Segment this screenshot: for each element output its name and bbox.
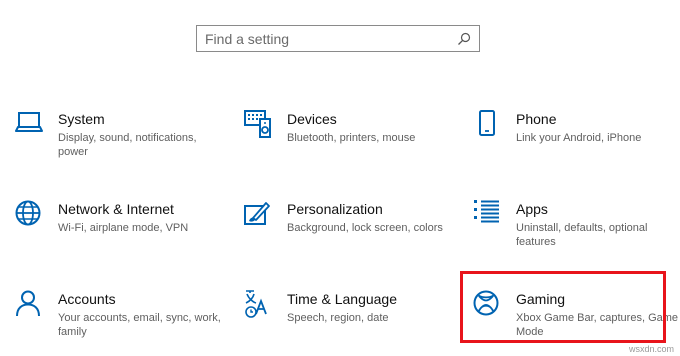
laptop-icon — [15, 110, 45, 140]
tile-devices[interactable]: Devices Bluetooth, printers, mouse — [244, 110, 454, 174]
tile-title: Devices — [287, 111, 337, 127]
tile-description: Xbox Game Bar, captures, Game Mode — [516, 312, 679, 338]
search-placeholder: Find a setting — [205, 30, 290, 47]
tile-description: Your accounts, email, sync, work, family — [58, 312, 221, 338]
devices-icon — [244, 110, 274, 140]
tile-description: Link your Android, iPhone — [516, 132, 642, 144]
tile-description: Bluetooth, printers, mouse — [287, 132, 416, 144]
tile-description: Uninstall, defaults, optional features — [516, 222, 648, 248]
globe-icon — [15, 200, 45, 230]
tile-title: Gaming — [516, 291, 566, 307]
time-language-icon — [244, 290, 274, 320]
tile-title: Network & Internet — [58, 201, 174, 217]
person-icon — [15, 290, 45, 320]
tile-title: System — [58, 111, 105, 127]
tile-description: Speech, region, date — [287, 312, 389, 324]
tile-description: Background, lock screen, colors — [287, 222, 443, 234]
tile-accounts[interactable]: Accounts Your accounts, email, sync, wor… — [15, 290, 225, 354]
phone-icon — [473, 110, 503, 140]
xbox-icon — [473, 290, 503, 320]
paint-icon — [244, 200, 274, 230]
tile-title: Accounts — [58, 291, 116, 307]
tile-description: Wi-Fi, airplane mode, VPN — [58, 222, 189, 234]
tile-title: Phone — [516, 111, 557, 127]
tile-time-language[interactable]: Time & Language Speech, region, date — [244, 290, 454, 354]
watermark: wsxdn.com — [628, 344, 674, 354]
tile-apps[interactable]: Apps Uninstall, defaults, optional featu… — [473, 200, 680, 264]
search-icon[interactable] — [457, 32, 471, 46]
search-input[interactable]: Find a setting — [196, 25, 480, 52]
tile-description: Display, sound, notifications, power — [58, 132, 197, 158]
tile-network-internet[interactable]: Network & Internet Wi-Fi, airplane mode,… — [15, 200, 225, 264]
tile-title: Time & Language — [287, 291, 397, 307]
tile-title: Apps — [516, 201, 548, 217]
tile-phone[interactable]: Phone Link your Android, iPhone — [473, 110, 680, 174]
tile-title: Personalization — [287, 201, 383, 217]
tile-system[interactable]: System Display, sound, notifications, po… — [15, 110, 225, 174]
apps-list-icon — [473, 200, 503, 230]
tile-personalization[interactable]: Personalization Background, lock screen,… — [244, 200, 454, 264]
